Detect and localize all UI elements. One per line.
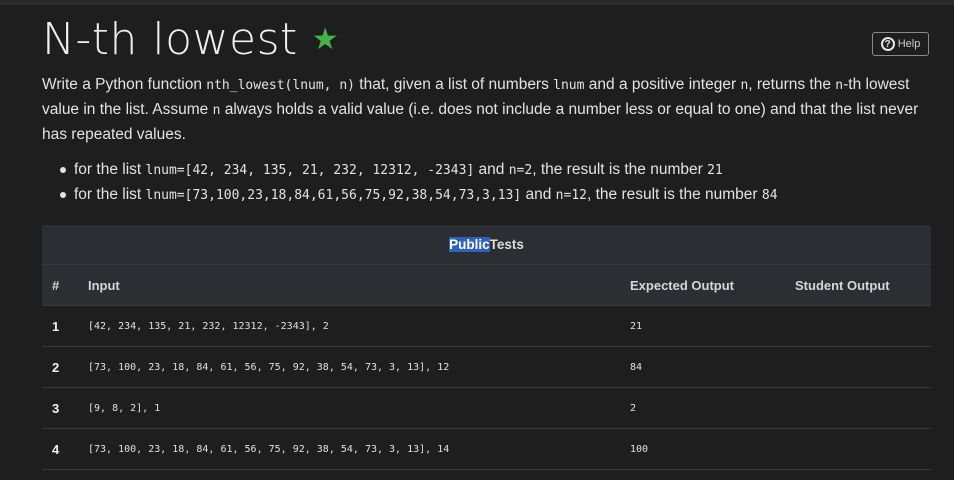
problem-description: Write a Python function nth_lowest(lnum,… xyxy=(42,73,922,147)
table-row: 4 [73, 100, 23, 18, 84, 61, 56, 75, 92, … xyxy=(42,428,931,470)
row-student xyxy=(795,305,931,347)
example-item: for the list lnum=[73,100,23,18,84,61,56… xyxy=(42,183,922,208)
table-header-row: # Input Expected Output Student Output xyxy=(42,265,931,306)
example-text: , the result is the number xyxy=(586,186,762,203)
row-num: 3 xyxy=(42,387,88,429)
example-code: lnum=[42, 234, 135, 21, 232, 12312, -234… xyxy=(145,163,475,178)
col-num: # xyxy=(42,265,88,306)
example-code: lnum=[73,100,23,18,84,61,56,75,92,38,54,… xyxy=(145,188,522,203)
row-student xyxy=(795,428,931,470)
row-input: [9, 8, 2], 1 xyxy=(88,387,630,429)
help-label: Help xyxy=(897,38,921,50)
row-num: 4 xyxy=(42,428,88,470)
example-code: 21 xyxy=(707,163,723,178)
desc-code: lnum xyxy=(553,78,585,93)
example-item: for the list lnum=[42, 234, 135, 21, 232… xyxy=(42,158,922,183)
col-input: Input xyxy=(88,265,630,306)
desc-text: that, given a list of numbers xyxy=(355,76,554,93)
example-text: , the result is the number xyxy=(532,161,708,178)
desc-text: , returns the xyxy=(748,76,836,93)
col-student: Student Output xyxy=(795,265,931,306)
example-text: and xyxy=(474,161,509,178)
row-expected: 2 xyxy=(630,387,795,429)
desc-text: and a positive integer xyxy=(584,76,741,93)
public-tests-panel: Public Tests # Input Expected Output Stu… xyxy=(42,225,931,470)
example-text: and xyxy=(521,186,556,203)
desc-code: nth_lowest(lnum, n) xyxy=(206,78,355,93)
question-circle-icon: ? xyxy=(880,37,895,51)
tests-table: # Input Expected Output Student Output 1… xyxy=(42,265,931,470)
tests-heading-rest: Tests xyxy=(489,237,524,252)
desc-code: n xyxy=(835,78,844,93)
table-row: 1 [42, 234, 135, 21, 232, 12312, -2343],… xyxy=(42,305,931,347)
page-title-text: N-th lowest xyxy=(42,14,298,65)
row-student xyxy=(795,387,931,429)
row-expected: 100 xyxy=(630,428,795,470)
row-num: 2 xyxy=(42,346,88,388)
example-text: for the list xyxy=(74,186,146,203)
top-bar xyxy=(0,0,954,5)
table-row: 3 [9, 8, 2], 1 2 xyxy=(42,387,931,429)
example-code: n=2 xyxy=(508,163,533,178)
example-code: 84 xyxy=(761,188,778,203)
star-icon[interactable]: ★ xyxy=(312,22,339,57)
row-student xyxy=(795,346,931,388)
examples-list: for the list lnum=[42, 234, 135, 21, 232… xyxy=(42,158,922,208)
tests-heading: Public Tests xyxy=(42,225,931,265)
example-code: n=12 xyxy=(555,188,587,203)
example-text: for the list xyxy=(74,161,146,178)
row-input: [73, 100, 23, 18, 84, 61, 56, 75, 92, 38… xyxy=(88,428,630,470)
row-num: 1 xyxy=(42,305,88,347)
row-input: [73, 100, 23, 18, 84, 61, 56, 75, 92, 38… xyxy=(88,346,630,388)
row-expected: 21 xyxy=(630,305,795,347)
col-expected: Expected Output xyxy=(630,265,795,306)
table-row: 2 [73, 100, 23, 18, 84, 61, 56, 75, 92, … xyxy=(42,346,931,388)
help-button[interactable]: ? Help xyxy=(872,32,929,56)
desc-text: Write a Python function xyxy=(42,76,207,93)
row-expected: 84 xyxy=(630,346,795,388)
row-input: [42, 234, 135, 21, 232, 12312, -2343], 2 xyxy=(88,305,630,347)
page-title: N-th lowest ★ xyxy=(42,14,339,65)
tests-heading-selected: Public xyxy=(449,237,490,252)
